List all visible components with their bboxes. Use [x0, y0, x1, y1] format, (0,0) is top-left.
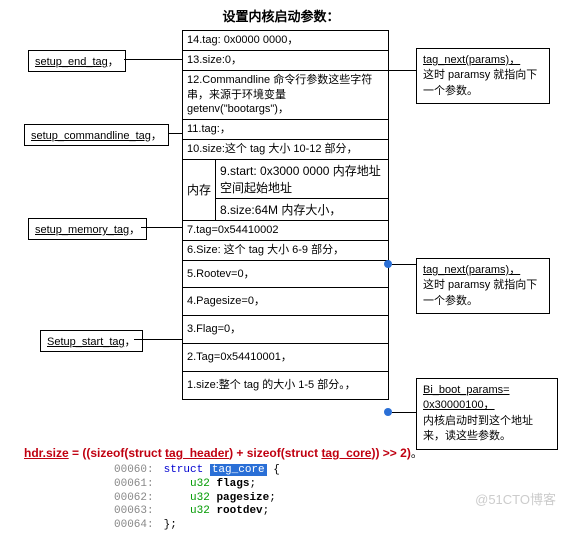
row-11: 11.tag:， — [183, 119, 388, 139]
parameter-stack: 14.tag: 0x0000 0000， 13.size:0， 12.Comma… — [182, 30, 389, 400]
row-5: 5.Rootev=0， — [183, 260, 388, 288]
dot-icon — [384, 260, 392, 268]
row-6: 6.Size: 这个 tag 大小 6-9 部分， — [183, 240, 388, 260]
label-setup-start-tag: Setup_start_tag， — [40, 330, 143, 352]
connector — [392, 264, 416, 265]
row-7: 7.tag=0x54410002 — [183, 220, 388, 240]
note-title: Bi_boot_params= 0x30000100， — [423, 383, 551, 414]
note-tag-next-top: tag_next(params)， 这时 paramsy 就指向下一个参数。 — [416, 48, 550, 104]
note-body: 内核启动时到这个地址来，读这些参数。 — [423, 414, 551, 445]
code-line: 00060:struct tag_core { — [114, 464, 280, 478]
code-line: 00062: u32 pagesize; — [114, 492, 280, 506]
connector — [134, 339, 182, 340]
watermark: @51CTO博客 — [475, 489, 556, 508]
connector — [392, 412, 416, 413]
note-body: 这时 paramsy 就指向下一个参数。 — [423, 68, 543, 99]
memory-label: 内存 — [183, 160, 216, 220]
diagram-title: 设置内核启动参数： — [0, 0, 562, 27]
row-memory: 内存 9.start: 0x3000 0000 内存地址空间起始地址 8.siz… — [183, 159, 388, 220]
row-1: 1.size:整个 tag 的大小 1-5 部分。， — [183, 371, 388, 399]
note-title: tag_next(params)， — [423, 53, 543, 68]
note-title: tag_next(params)， — [423, 263, 543, 278]
note-bi-boot-params: Bi_boot_params= 0x30000100， 内核启动时到这个地址来，… — [416, 378, 558, 450]
code-line: 00064:}; — [114, 519, 280, 533]
dot-icon — [384, 408, 392, 416]
row-9: 9.start: 0x3000 0000 内存地址空间起始地址 — [216, 160, 388, 199]
row-14: 14.tag: 0x0000 0000， — [183, 31, 388, 50]
code-line: 00063: u32 rootdev; — [114, 505, 280, 519]
note-body: 这时 paramsy 就指向下一个参数。 — [423, 278, 543, 309]
connector — [168, 133, 182, 134]
row-10: 10.size:这个 tag 大小 10-12 部分， — [183, 139, 388, 159]
row-2: 2.Tag=0x54410001， — [183, 343, 388, 371]
row-12: 12.Commandline 命令行参数这些字符串，来源于环境变量 getenv… — [183, 70, 388, 120]
code-struct-tag-core: 00060:struct tag_core { 00061: u32 flags… — [114, 464, 280, 533]
row-8: 8.size:64M 内存大小， — [216, 199, 388, 220]
note-tag-next-mid: tag_next(params)， 这时 paramsy 就指向下一个参数。 — [416, 258, 550, 314]
label-setup-memory-tag: setup_memory_tag， — [28, 218, 147, 240]
row-13: 13.size:0， — [183, 50, 388, 70]
connector — [124, 59, 182, 60]
label-setup-commandline-tag: setup_commandline_tag， — [24, 124, 169, 146]
label-setup-end-tag: setup_end_tag， — [28, 50, 126, 72]
code-line: 00061: u32 flags; — [114, 478, 280, 492]
row-3: 3.Flag=0， — [183, 315, 388, 343]
row-4: 4.Pagesize=0， — [183, 287, 388, 315]
connector — [141, 227, 182, 228]
formula-hdr-size: hdr.size = ((sizeof(struct tag_header) +… — [24, 444, 423, 461]
connector — [388, 70, 416, 71]
